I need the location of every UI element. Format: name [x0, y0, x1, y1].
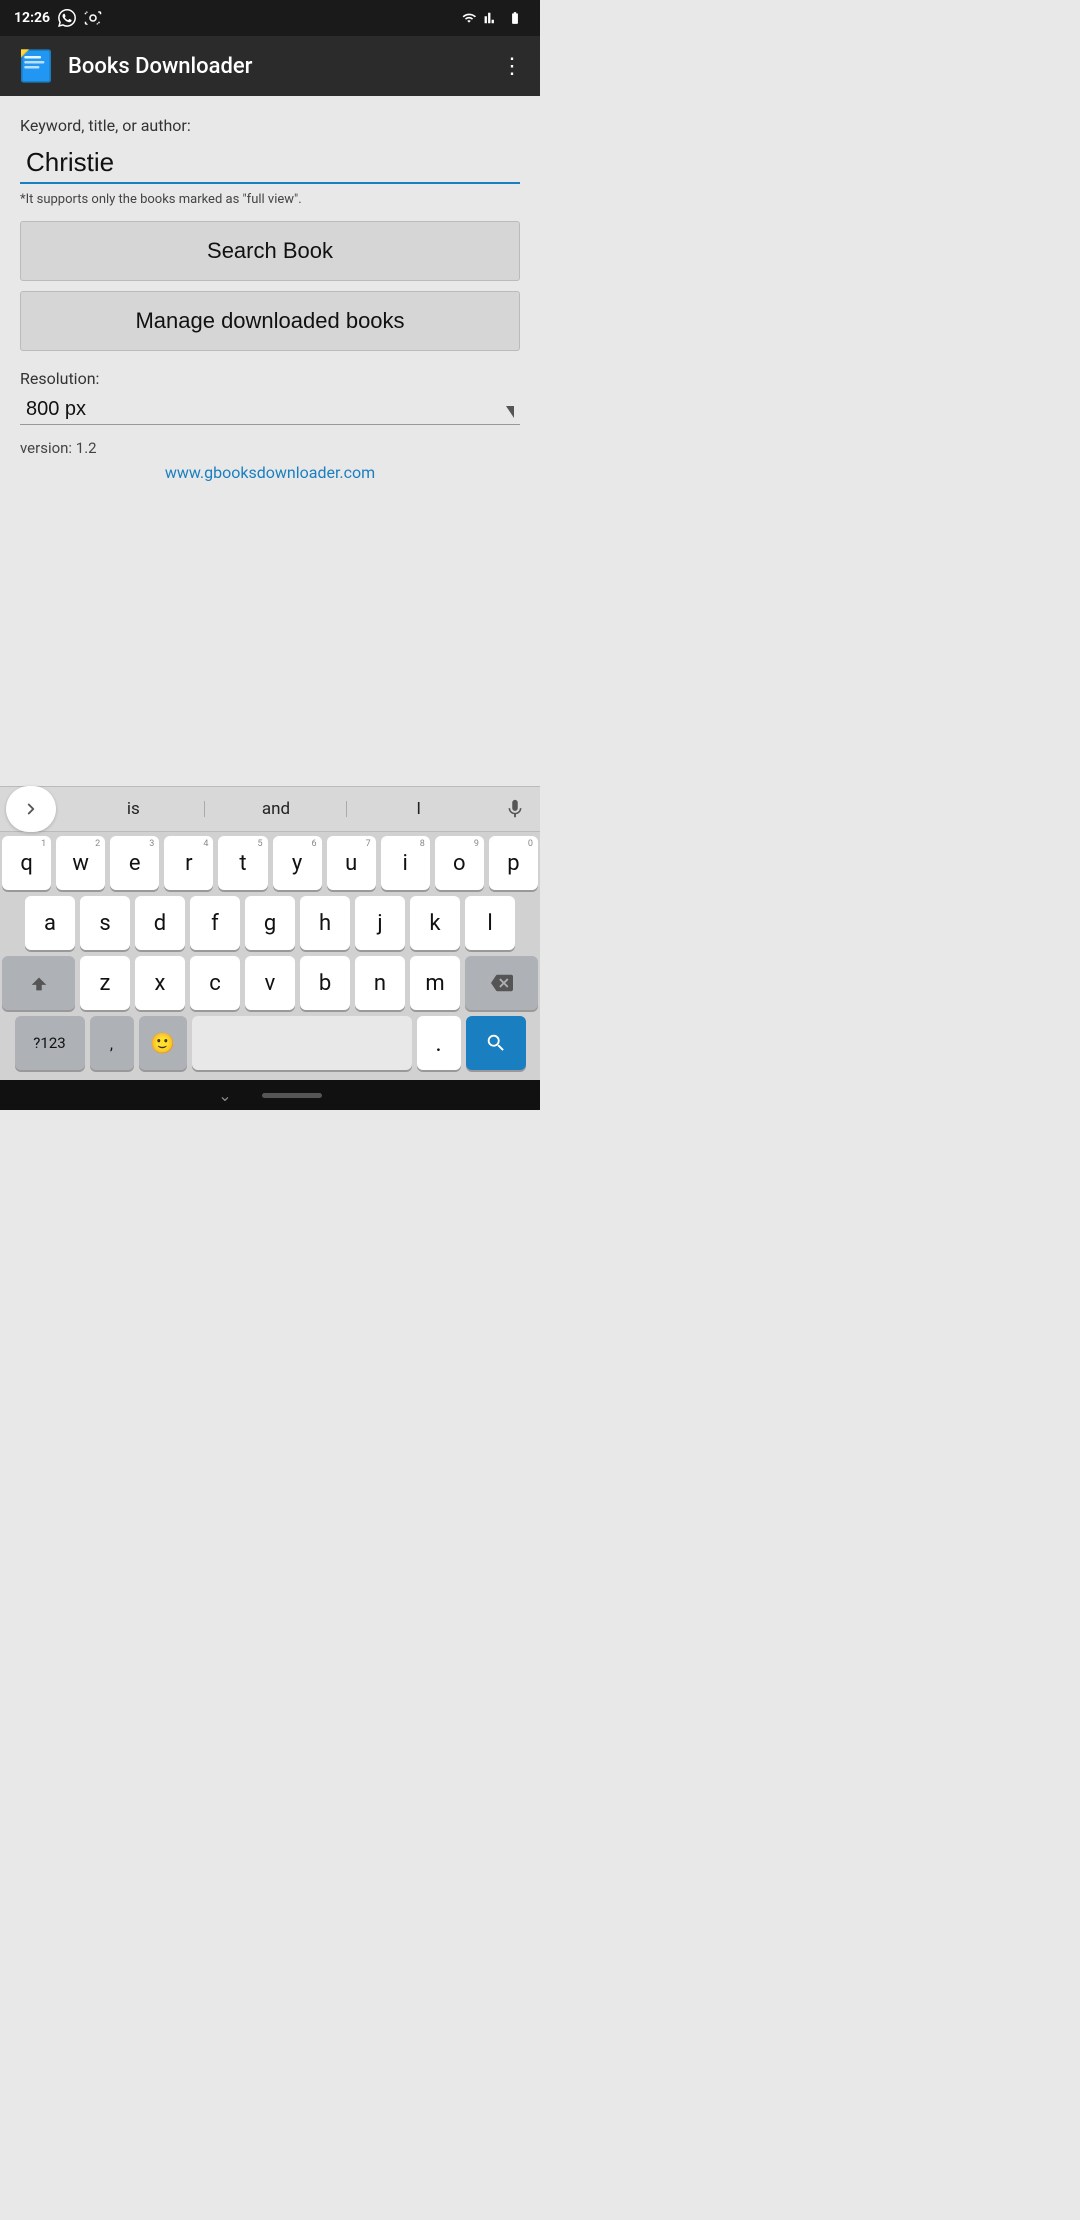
app-bar: Books Downloader ⋮	[0, 36, 540, 96]
suggestion-is[interactable]: is	[62, 799, 205, 819]
key-o[interactable]: 9o	[435, 836, 484, 890]
key-y[interactable]: 6y	[273, 836, 322, 890]
key-p[interactable]: 0p	[489, 836, 538, 890]
key-s[interactable]: s	[80, 896, 130, 950]
key-b[interactable]: b	[300, 956, 350, 1010]
symbols-key[interactable]: ?123	[15, 1016, 85, 1070]
main-content: Keyword, title, or author: *It supports …	[0, 96, 540, 502]
key-n[interactable]: n	[355, 956, 405, 1010]
key-d[interactable]: d	[135, 896, 185, 950]
search-label: Keyword, title, or author:	[20, 116, 520, 135]
suggestion-and[interactable]: and	[205, 799, 348, 819]
app-title: Books Downloader	[68, 54, 252, 79]
resolution-label: Resolution:	[20, 369, 520, 388]
mic-button[interactable]	[490, 798, 540, 820]
key-f[interactable]: f	[190, 896, 240, 950]
key-m[interactable]: m	[410, 956, 460, 1010]
whatsapp-icon	[58, 9, 76, 27]
key-r[interactable]: 4r	[164, 836, 213, 890]
search-book-button[interactable]: Search Book	[20, 221, 520, 281]
key-x[interactable]: x	[135, 956, 185, 1010]
app-icon	[16, 46, 56, 86]
manage-downloads-button[interactable]: Manage downloaded books	[20, 291, 520, 351]
key-e[interactable]: 3e	[110, 836, 159, 890]
battery-icon	[504, 11, 526, 25]
keyboard-area: is and I 1q 2w 3e 4r 5t 6y 7u 8i 9o 0p a…	[0, 786, 540, 1080]
nav-bar: ⌄	[0, 1080, 540, 1110]
delete-key[interactable]	[465, 956, 538, 1010]
key-h[interactable]: h	[300, 896, 350, 950]
keyboard-row-1: 1q 2w 3e 4r 5t 6y 7u 8i 9o 0p	[2, 836, 538, 890]
key-j[interactable]: j	[355, 896, 405, 950]
overflow-menu-button[interactable]: ⋮	[501, 54, 524, 79]
back-nav-chevron[interactable]: ⌄	[218, 1086, 231, 1105]
key-c[interactable]: c	[190, 956, 240, 1010]
key-g[interactable]: g	[245, 896, 295, 950]
home-nav-pill[interactable]	[262, 1093, 322, 1098]
website-link[interactable]: www.gbooksdownloader.com	[20, 463, 520, 482]
status-bar: 12:26	[0, 0, 540, 36]
suggestions-expand-button[interactable]	[6, 786, 56, 832]
suggestions-row: is and I	[0, 786, 540, 832]
screenshot-icon	[84, 9, 102, 27]
key-q[interactable]: 1q	[2, 836, 51, 890]
wifi-icon	[460, 11, 478, 25]
resolution-select[interactable]: 400 px 600 px 800 px 1000 px 1200 px	[20, 394, 520, 424]
search-key[interactable]	[466, 1016, 526, 1070]
keyboard-row-3: z x c v b n m	[2, 956, 538, 1010]
key-z[interactable]: z	[80, 956, 130, 1010]
space-key[interactable]	[192, 1016, 412, 1070]
key-a[interactable]: a	[25, 896, 75, 950]
search-input[interactable]	[20, 143, 520, 182]
key-t[interactable]: 5t	[218, 836, 267, 890]
shift-key[interactable]	[2, 956, 75, 1010]
key-u[interactable]: 7u	[327, 836, 376, 890]
comma-key[interactable]: ,	[90, 1016, 134, 1070]
emoji-key[interactable]: 🙂	[139, 1016, 187, 1070]
key-w[interactable]: 2w	[56, 836, 105, 890]
status-icons	[460, 11, 526, 25]
resolution-select-container: 400 px 600 px 800 px 1000 px 1200 px	[20, 394, 520, 425]
period-key[interactable]: .	[417, 1016, 461, 1070]
keyboard-rows: 1q 2w 3e 4r 5t 6y 7u 8i 9o 0p a s d f g …	[0, 832, 540, 1080]
full-view-note: *It supports only the books marked as "f…	[20, 192, 520, 207]
key-l[interactable]: l	[465, 896, 515, 950]
keyboard-row-4: ?123 , 🙂 .	[2, 1016, 538, 1070]
key-k[interactable]: k	[410, 896, 460, 950]
key-v[interactable]: v	[245, 956, 295, 1010]
version-text: version: 1.2	[20, 439, 520, 457]
search-input-container	[20, 143, 520, 184]
keyboard-row-2: a s d f g h j k l	[2, 896, 538, 950]
suggestion-I[interactable]: I	[347, 799, 490, 819]
key-i[interactable]: 8i	[381, 836, 430, 890]
signal-icon	[483, 11, 499, 25]
time-display: 12:26	[14, 10, 50, 26]
